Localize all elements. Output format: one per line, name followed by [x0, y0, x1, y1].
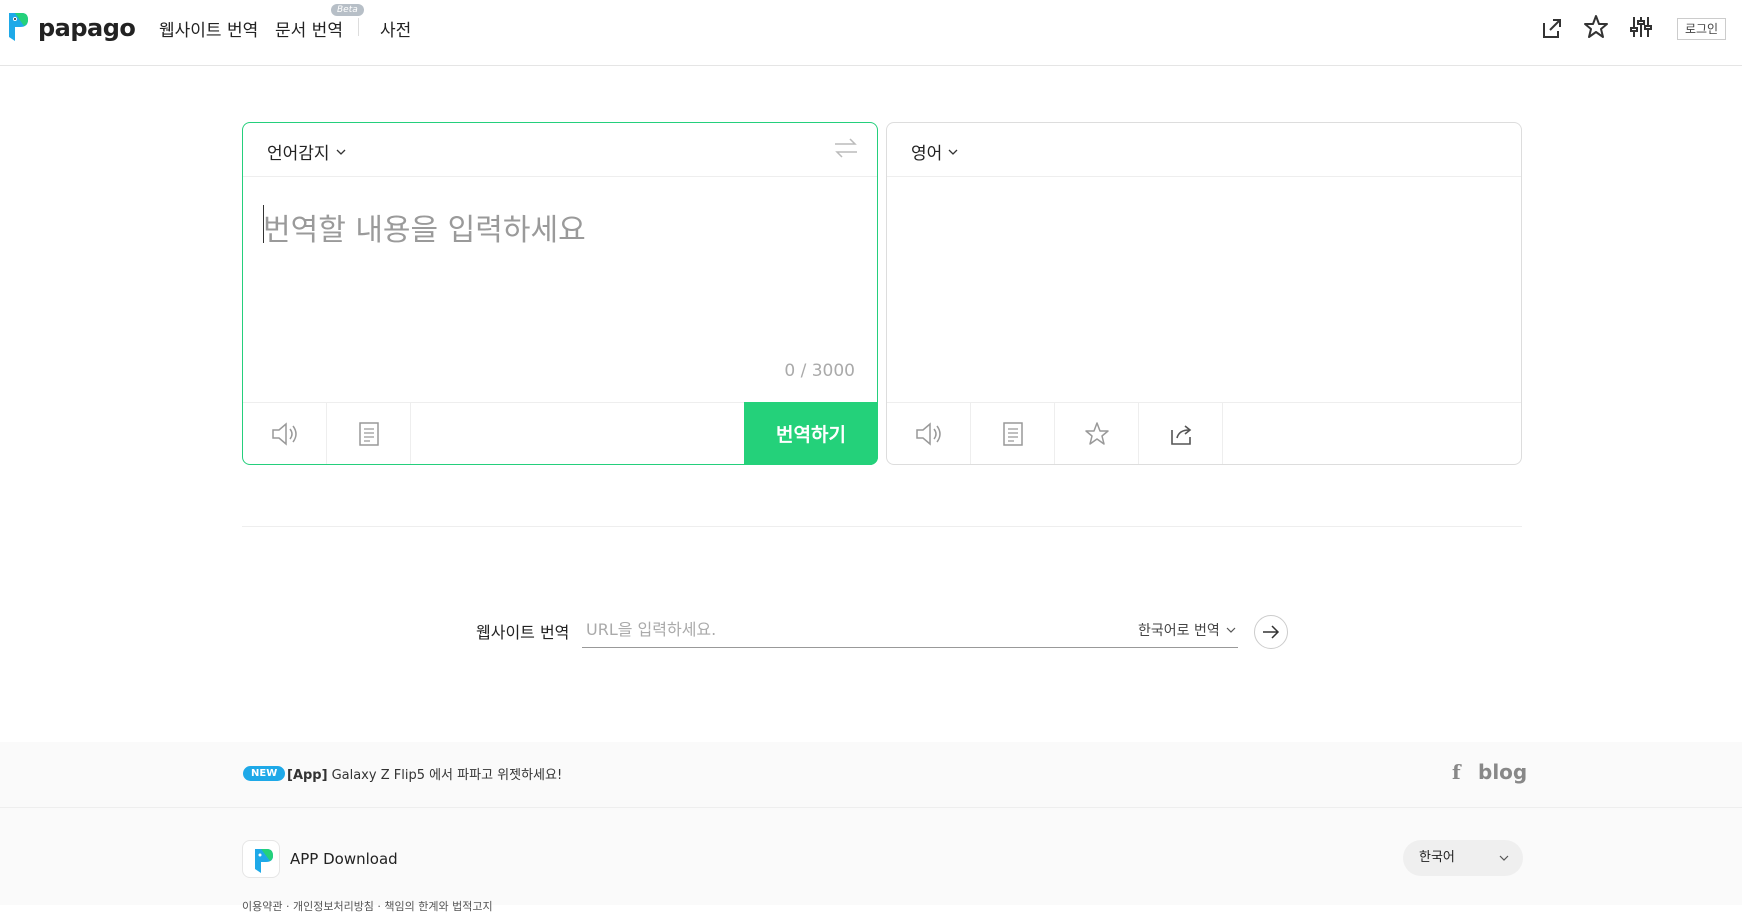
footer-news-bar: NEW [App] Galaxy Z Flip5 에서 파파고 위젯하세요! f … [0, 742, 1742, 808]
text-cursor [263, 205, 264, 243]
chevron-down-icon [1226, 627, 1236, 633]
target-panel: 영어 [886, 122, 1522, 465]
speaker-icon [271, 421, 297, 446]
nav-document-translate[interactable]: 문서 번역 [275, 16, 343, 41]
site-language-select[interactable]: 한국어 [1403, 840, 1523, 876]
speaker-icon [915, 421, 941, 446]
footer-links[interactable]: 이용약관 · 개인정보처리방침 · 책임의 한계와 법적고지 [242, 898, 493, 914]
copy-document-icon [358, 421, 379, 446]
papago-logo[interactable]: papago [6, 10, 136, 46]
target-action-bar [887, 402, 1521, 464]
chevron-down-icon [336, 149, 346, 155]
translate-button[interactable]: 번역하기 [744, 402, 878, 465]
top-navigation-bar: papago 웹사이트 번역 문서 번역 Beta 사전 로그인 [0, 0, 1742, 66]
footer-bottom: APP Download 한국어 이용약관 · 개인정보처리방침 · 책임의 한… [0, 808, 1742, 913]
news-text: Galaxy Z Flip5 에서 파파고 위젯하세요! [331, 768, 563, 783]
source-language-label: 언어감지 [267, 144, 330, 164]
login-button[interactable]: 로그인 [1677, 18, 1726, 40]
source-copy-button[interactable] [327, 403, 411, 464]
source-action-bar: 번역하기 [243, 402, 878, 465]
app-icon[interactable] [242, 840, 280, 878]
website-translate-label: 웹사이트 번역 [476, 623, 570, 642]
target-listen-button[interactable] [887, 403, 971, 464]
source-language-select[interactable]: 언어감지 [267, 139, 346, 164]
papago-logo-icon [9, 13, 28, 41]
open-new-window-icon[interactable] [1538, 14, 1566, 42]
chevron-down-icon [948, 149, 958, 155]
star-icon [1084, 421, 1109, 445]
blog-link[interactable]: blog [1478, 760, 1527, 784]
news-prefix: [App] [287, 768, 328, 783]
copy-document-icon [1002, 421, 1023, 446]
source-text-placeholder[interactable]: 번역할 내용을 입력하세요 [263, 205, 586, 249]
target-favorite-button[interactable] [1055, 403, 1139, 464]
character-counter: 0 / 3000 [784, 361, 855, 381]
source-panel: 언어감지 번역할 내용을 입력하세요 0 / 3000 번역하기 [242, 122, 878, 465]
target-share-button[interactable] [1139, 403, 1223, 464]
settings-sliders-icon[interactable] [1627, 13, 1655, 41]
nav-website-translate[interactable]: 웹사이트 번역 [159, 16, 258, 41]
facebook-icon[interactable]: f [1452, 760, 1461, 784]
papago-app-icon [255, 849, 273, 873]
share-icon [1170, 424, 1191, 445]
nav-divider [358, 18, 359, 36]
target-language-bar: 영어 [887, 123, 1521, 177]
source-listen-button[interactable] [243, 403, 327, 464]
swap-languages-icon[interactable] [833, 137, 859, 159]
new-badge: NEW [243, 766, 286, 781]
beta-badge: Beta [331, 4, 364, 16]
website-go-button[interactable] [1254, 615, 1288, 649]
favorites-star-icon[interactable] [1582, 13, 1610, 41]
app-download-label[interactable]: APP Download [290, 850, 398, 868]
website-target-language-label: 한국어로 번역 [1138, 623, 1220, 639]
source-language-bar: 언어감지 [243, 123, 877, 177]
target-copy-button[interactable] [971, 403, 1055, 464]
section-divider [242, 526, 1522, 527]
nav-dictionary[interactable]: 사전 [380, 16, 411, 41]
target-language-label: 영어 [911, 144, 943, 164]
news-link[interactable]: [App] Galaxy Z Flip5 에서 파파고 위젯하세요! [287, 764, 562, 783]
arrow-right-icon [1263, 625, 1280, 639]
chevron-down-icon [1499, 855, 1509, 861]
site-language-label: 한국어 [1419, 850, 1455, 865]
website-target-language-select[interactable]: 한국어로 번역 [1138, 620, 1236, 640]
translation-output-area [887, 178, 1521, 404]
target-language-select[interactable]: 영어 [911, 139, 958, 164]
logo-text: papago [38, 14, 136, 42]
